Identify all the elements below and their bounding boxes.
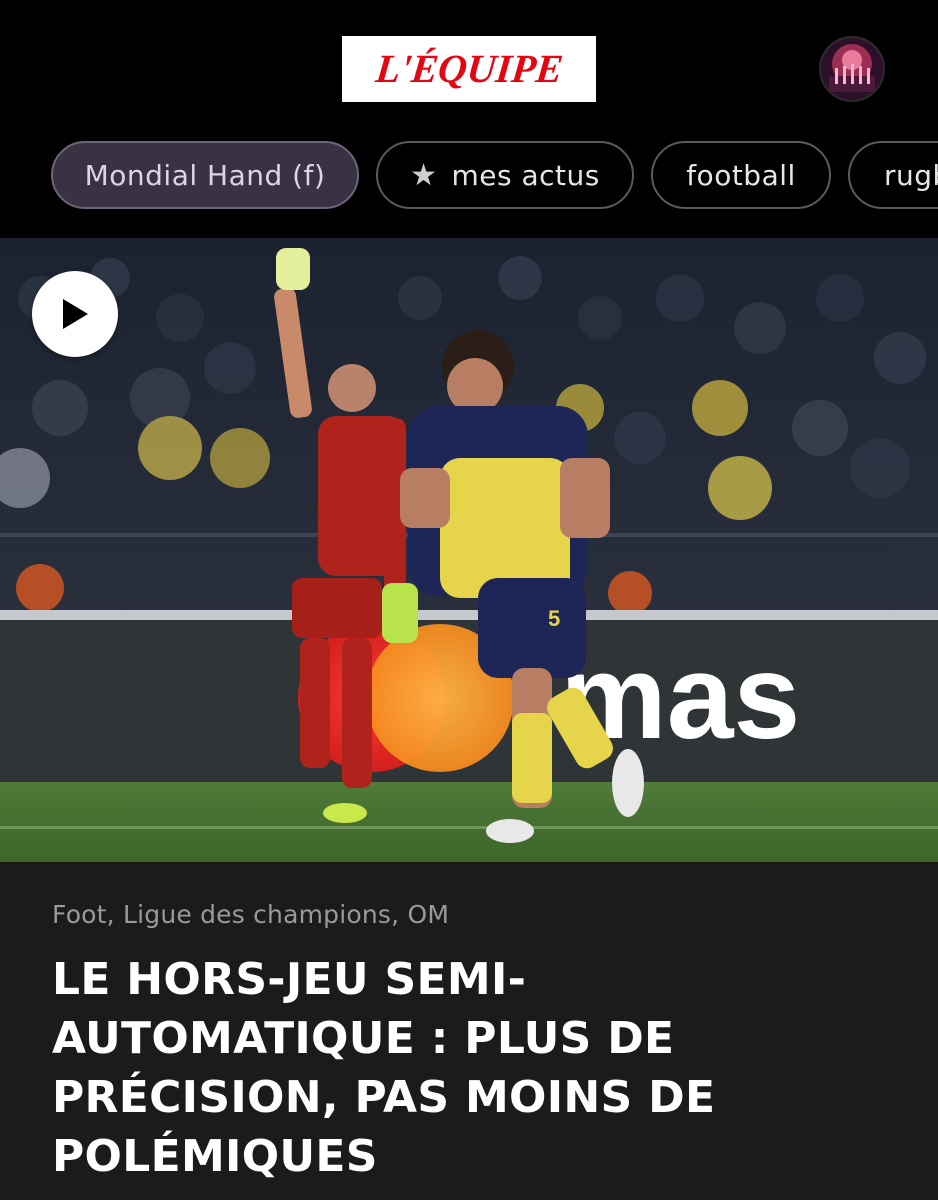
- tab-label: mes actus: [451, 158, 600, 192]
- lequipe-logo[interactable]: L'ÉQUIPE: [342, 36, 596, 102]
- svg-text:5: 5: [548, 606, 560, 631]
- play-icon: [63, 299, 88, 329]
- star-icon: ★: [410, 157, 438, 193]
- headline-line: POLÉMIQUES: [52, 1131, 378, 1182]
- avatar-image: [821, 38, 883, 100]
- hero-image[interactable]: mas 5: [0, 238, 938, 862]
- article-card[interactable]: Foot, Ligue des champions, OM LE HORS-JE…: [0, 862, 938, 1200]
- hero-photo: mas 5: [0, 238, 938, 862]
- logo-text: L'ÉQUIPE: [373, 46, 565, 91]
- tab-mes-actus[interactable]: ★ mes actus: [376, 141, 634, 209]
- article-category: Foot, Ligue des champions, OM: [52, 900, 450, 929]
- profile-avatar[interactable]: [819, 36, 885, 102]
- topic-tabs: Mondial Hand (f) ★ mes actus football ru…: [0, 141, 938, 211]
- tab-label: football: [686, 158, 796, 192]
- tab-mondial-hand[interactable]: Mondial Hand (f): [51, 141, 359, 209]
- headline-line: PRÉCISION, PAS MOINS DE: [52, 1072, 716, 1123]
- tab-rugby[interactable]: rugby: [848, 141, 938, 209]
- tab-label: rugby: [884, 158, 938, 192]
- app-header: L'ÉQUIPE Mondial Hand (f) ★ mes actus fo…: [0, 0, 938, 238]
- tab-football[interactable]: football: [651, 141, 831, 209]
- headline-line: LE HORS-JEU SEMI-: [52, 954, 527, 1005]
- tab-label: Mondial Hand (f): [84, 158, 326, 192]
- play-video-button[interactable]: [32, 271, 118, 357]
- headline-line: AUTOMATIQUE : PLUS DE: [52, 1013, 675, 1064]
- article-headline[interactable]: LE HORS-JEU SEMI- AUTOMATIQUE : PLUS DE …: [52, 950, 792, 1186]
